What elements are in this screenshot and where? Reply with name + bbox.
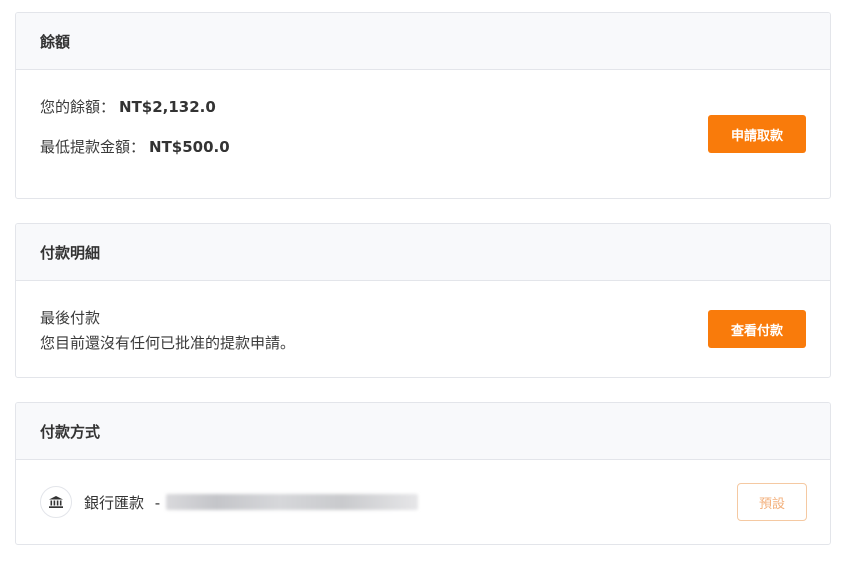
min-withdraw-label: 最低提款金額： xyxy=(40,138,146,156)
balance-label: 您的餘額： xyxy=(40,98,116,116)
balance-value: NT$2,132.0 xyxy=(119,98,216,116)
balance-row: 您的餘額： NT$2,132.0 xyxy=(40,96,216,117)
balance-card: 餘額 您的餘額： NT$2,132.0 最低提款金額： NT$500.0 申請取款 xyxy=(15,12,831,199)
payment-method-card-title: 付款方式 xyxy=(40,422,101,441)
bank-icon xyxy=(40,486,72,518)
redacted-account-number xyxy=(166,494,418,510)
min-withdraw-value: NT$500.0 xyxy=(149,138,230,156)
last-payment-label: 最後付款 xyxy=(40,309,101,327)
method-separator: - xyxy=(154,494,161,512)
no-payment-message: 您目前還沒有任何已批准的提款申請。 xyxy=(40,334,296,352)
payment-details-card: 付款明細 最後付款 您目前還沒有任何已批准的提款申請。 查看付款 xyxy=(15,223,831,378)
balance-card-title: 餘額 xyxy=(40,32,71,51)
payment-details-card-header: 付款明細 xyxy=(16,224,830,281)
default-button: 預設 xyxy=(737,483,807,521)
payment-method-card: 付款方式 銀行匯款 - 預設 xyxy=(15,402,831,545)
view-payments-button[interactable]: 查看付款 xyxy=(708,310,806,348)
payment-method-card-header: 付款方式 xyxy=(16,403,830,460)
bank-transfer-label: 銀行匯款 xyxy=(84,494,145,512)
request-withdraw-button[interactable]: 申請取款 xyxy=(708,115,806,153)
balance-card-header: 餘額 xyxy=(16,13,830,70)
payment-details-card-title: 付款明細 xyxy=(40,243,101,262)
payment-method-label: 銀行匯款 - xyxy=(84,492,160,513)
min-withdraw-row: 最低提款金額： NT$500.0 xyxy=(40,136,230,157)
